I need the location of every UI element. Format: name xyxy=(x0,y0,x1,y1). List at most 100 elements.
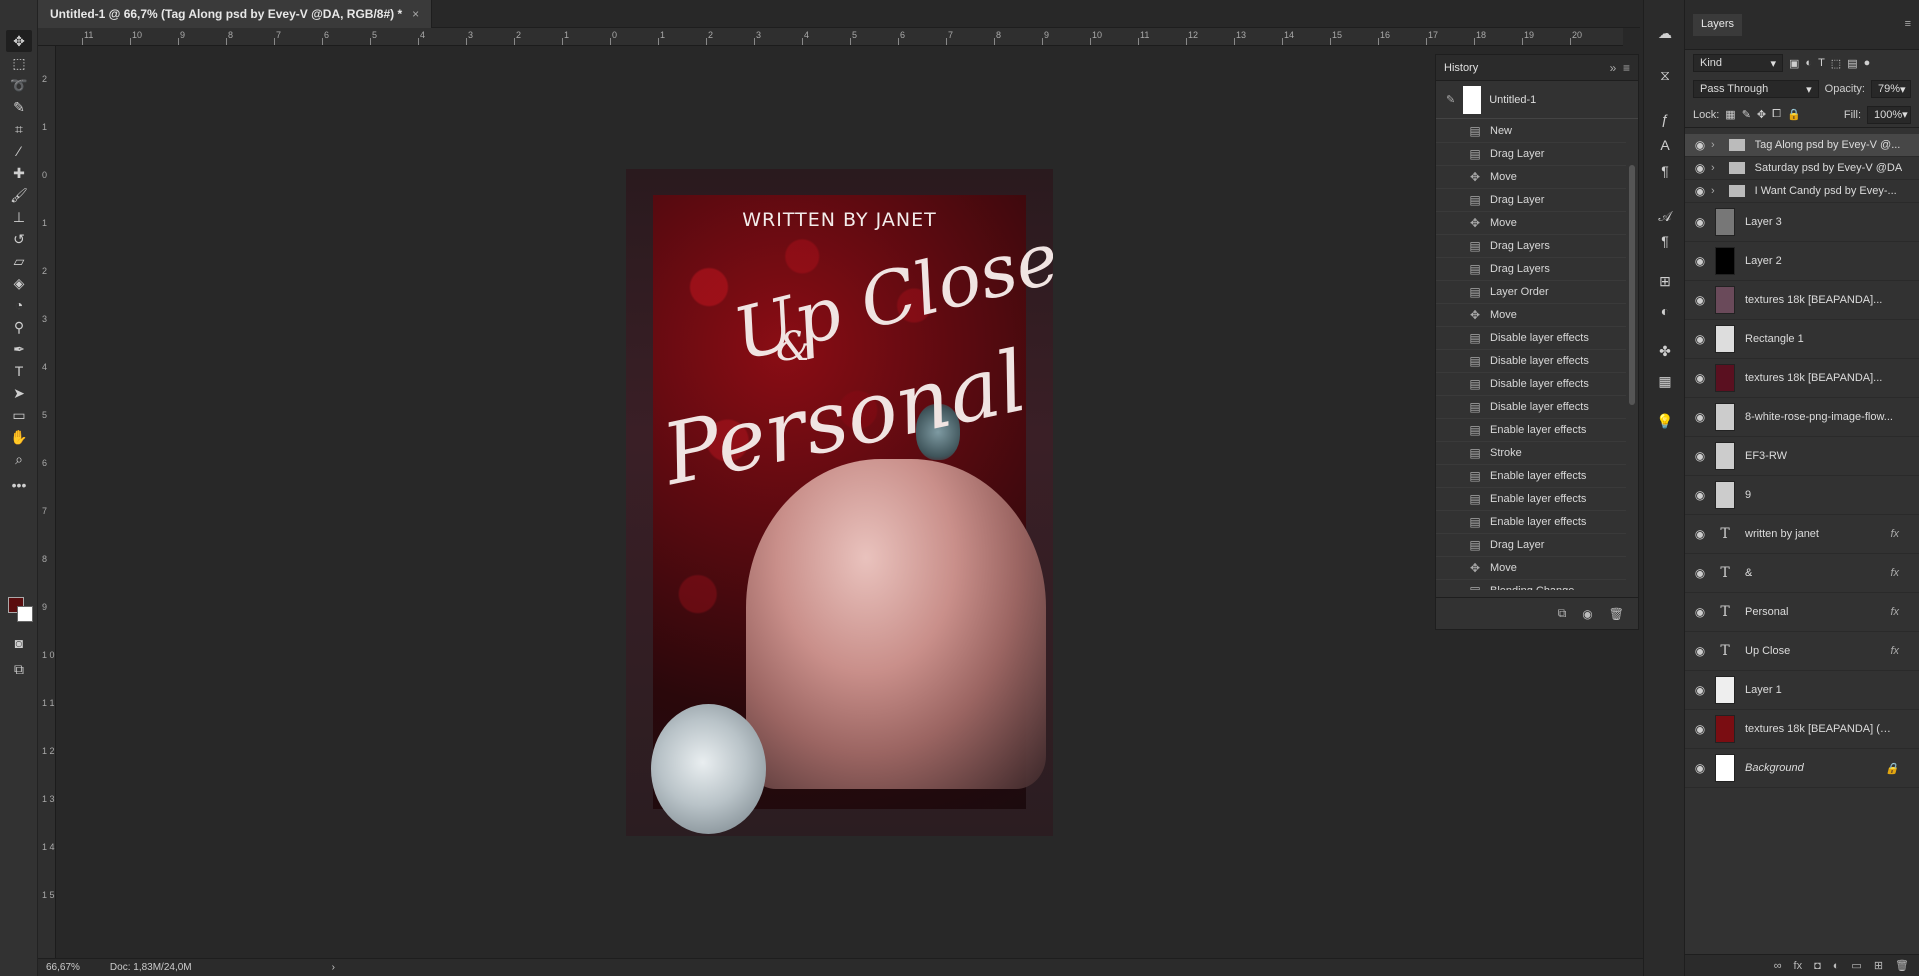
visibility-eye-icon[interactable]: ◉ xyxy=(1685,254,1715,268)
layer-name[interactable]: textures 18k [BEAPANDA]... xyxy=(1745,294,1882,306)
vertical-ruler[interactable]: 2101234567891 01 11 21 31 41 5 xyxy=(38,46,56,960)
layer-row[interactable]: ◉ Rectangle 1 xyxy=(1685,320,1919,359)
status-expand-icon[interactable]: › xyxy=(332,962,335,973)
history-item[interactable]: ▤ New xyxy=(1436,120,1626,143)
brush-tool-icon[interactable]: 🖌 xyxy=(6,184,32,206)
panel-menu-icon[interactable]: » ≡ xyxy=(1610,61,1630,75)
visibility-eye-icon[interactable]: ◉ xyxy=(1685,527,1715,541)
layer-effects-badge[interactable]: fx xyxy=(1890,645,1899,657)
panel-menu-icon[interactable]: ≡ xyxy=(1905,18,1911,30)
history-item[interactable]: ▤ Disable layer effects xyxy=(1436,373,1626,396)
history-item[interactable]: ▤Blending Change xyxy=(1436,580,1626,590)
zoom-tool-icon[interactable]: ⌕ xyxy=(6,448,32,470)
link-layers-icon[interactable]: ∞ xyxy=(1774,960,1782,972)
history-item[interactable]: ▤ Drag Layers xyxy=(1436,235,1626,258)
adjust-icon[interactable]: ◐ xyxy=(1654,300,1676,322)
new-adjustment-icon[interactable]: ◐ xyxy=(1833,960,1840,972)
document-tab[interactable]: Untitled-1 @ 66,7% (Tag Along psd by Eve… xyxy=(38,0,433,28)
screen-mode-icon[interactable]: ⧉ xyxy=(6,658,32,680)
trash-icon[interactable]: 🗑 xyxy=(1895,959,1909,972)
history-item[interactable]: ✥ Move xyxy=(1436,212,1626,235)
layer-row[interactable]: ◉ T & fx xyxy=(1685,554,1919,593)
history-item[interactable]: ▤ Drag Layer xyxy=(1436,189,1626,212)
filter-type-icon[interactable]: T xyxy=(1818,57,1825,69)
layer-name[interactable]: Layer 3 xyxy=(1745,216,1782,228)
filter-smart-object-icon[interactable]: ▤ xyxy=(1847,57,1857,70)
paint-bucket-tool-icon[interactable]: ◈ xyxy=(6,272,32,294)
visibility-eye-icon[interactable]: ◉ xyxy=(1685,605,1715,619)
add-style-icon[interactable]: fx xyxy=(1794,960,1803,972)
quick-mask-icon[interactable]: ◙ xyxy=(6,632,32,654)
add-mask-icon[interactable]: ◘ xyxy=(1814,960,1821,972)
horizontal-ruler[interactable]: 11 10 9 8 7 6 5 4 3 2 1 0 1 2 3 4 5 6 7 8 9 10 11 12 13 14 15 16 17 1… xyxy=(38,28,1623,46)
brushes-icon[interactable]: ✤ xyxy=(1654,340,1676,362)
layer-effects-badge[interactable]: fx xyxy=(1890,567,1899,579)
history-item[interactable]: ▤ Disable layer effects xyxy=(1436,327,1626,350)
lock-position-icon[interactable]: ✥ xyxy=(1757,108,1766,121)
adjustments-icon[interactable]: ƒ xyxy=(1654,108,1676,130)
history-scrollbar[interactable] xyxy=(1629,165,1635,405)
more-tools-icon[interactable]: ••• xyxy=(6,474,32,496)
layer-row[interactable]: ◉ 8-white-rose-png-image-flow... xyxy=(1685,398,1919,437)
rectangle-tool-icon[interactable]: ▭ xyxy=(6,404,32,426)
opacity-field[interactable]: 79% ▾ xyxy=(1871,80,1911,98)
visibility-eye-icon[interactable]: ◉ xyxy=(1685,488,1715,502)
layer-name[interactable]: Personal xyxy=(1745,606,1788,618)
layer-row[interactable]: ◉ textures 18k [BEAPANDA] (2... xyxy=(1685,710,1919,749)
type-tool-icon[interactable]: T xyxy=(6,360,32,382)
crop-tool-icon[interactable]: ⌗ xyxy=(6,118,32,140)
layer-group-row[interactable]: ◉ › Saturday psd by Evey-V @DA xyxy=(1685,157,1919,180)
quick-select-tool-icon[interactable]: ✎ xyxy=(6,96,32,118)
hand-tool-icon[interactable]: ✋ xyxy=(6,426,32,448)
history-item[interactable]: ▤ Enable layer effects xyxy=(1436,488,1626,511)
history-panel-title[interactable]: History xyxy=(1444,62,1478,74)
dodge-tool-icon[interactable]: ⚲ xyxy=(6,316,32,338)
layer-name[interactable]: Layer 1 xyxy=(1745,684,1782,696)
layer-name[interactable]: Background xyxy=(1745,762,1804,774)
chevron-right-icon[interactable]: › xyxy=(1711,139,1715,151)
layer-name[interactable]: Rectangle 1 xyxy=(1745,333,1804,345)
layer-name[interactable]: 8-white-rose-png-image-flow... xyxy=(1745,411,1893,423)
chevron-right-icon[interactable]: › xyxy=(1711,162,1715,174)
new-layer-icon[interactable]: ⊞ xyxy=(1874,959,1883,972)
visibility-eye-icon[interactable]: ◉ xyxy=(1685,722,1715,736)
layer-list[interactable]: ◉ › Tag Along psd by Evey-V @... ◉ › Saturday… xyxy=(1685,128,1919,788)
layer-row[interactable]: ◉ Layer 3 xyxy=(1685,203,1919,242)
layer-name[interactable]: written by janet xyxy=(1745,528,1819,540)
history-brush-tool-icon[interactable]: ↺ xyxy=(6,228,32,250)
marquee-tool-icon[interactable]: ⬚ xyxy=(6,52,32,74)
learn-bulb-icon[interactable]: 💡 xyxy=(1654,410,1676,432)
layer-row[interactable]: ◉ EF3-RW xyxy=(1685,437,1919,476)
visibility-eye-icon[interactable]: ◉ xyxy=(1685,410,1715,424)
visibility-eye-icon[interactable]: ◉ xyxy=(1685,761,1715,775)
layer-group-row[interactable]: ◉ › I Want Candy psd by Evey-... xyxy=(1685,180,1919,203)
visibility-eye-icon[interactable]: ◉ xyxy=(1685,566,1715,580)
move-tool-icon[interactable]: ✥ xyxy=(6,30,32,52)
lock-transparency-icon[interactable]: ▦ xyxy=(1725,108,1735,121)
layers-tab[interactable]: Layers xyxy=(1693,14,1743,36)
history-snapshot[interactable]: ✎ Untitled-1 xyxy=(1436,81,1638,119)
history-item[interactable]: ▤ Drag Layer xyxy=(1436,143,1626,166)
layer-row[interactable]: ◉ Twritten by janet fx xyxy=(1685,515,1919,554)
history-item[interactable]: ▤ Disable layer effects xyxy=(1436,396,1626,419)
history-item[interactable]: ▤ Disable layer effects xyxy=(1436,350,1626,373)
layer-row[interactable]: ◉ textures 18k [BEAPANDA]... xyxy=(1685,281,1919,320)
trash-icon[interactable]: 🗑 xyxy=(1609,607,1624,621)
history-item[interactable]: ▤ Drag Layer xyxy=(1436,534,1626,557)
visibility-eye-icon[interactable]: ◉ xyxy=(1685,332,1715,346)
fill-field[interactable]: 100% ▾ xyxy=(1867,105,1911,124)
layer-row[interactable]: ◉ T Up Close fx xyxy=(1685,632,1919,671)
layer-row[interactable]: ◉ Background 🔒 xyxy=(1685,749,1919,788)
libraries-icon[interactable]: ☁ xyxy=(1654,22,1676,44)
blend-mode-select[interactable]: Pass Through ▾ xyxy=(1693,80,1819,98)
close-icon[interactable]: × xyxy=(412,7,419,21)
layer-name[interactable]: & xyxy=(1745,567,1752,579)
lock-image-icon[interactable]: ✎ xyxy=(1742,108,1751,121)
history-panel-icon[interactable]: ⧖ xyxy=(1654,64,1676,86)
path-select-tool-icon[interactable]: ➤ xyxy=(6,382,32,404)
paragraph-icon[interactable]: ¶ xyxy=(1654,160,1676,182)
layer-row[interactable]: ◉ T Personal fx xyxy=(1685,593,1919,632)
background-color-swatch[interactable] xyxy=(17,606,33,622)
character-icon[interactable]: A xyxy=(1654,134,1676,156)
healing-brush-tool-icon[interactable]: ✚ xyxy=(6,162,32,184)
